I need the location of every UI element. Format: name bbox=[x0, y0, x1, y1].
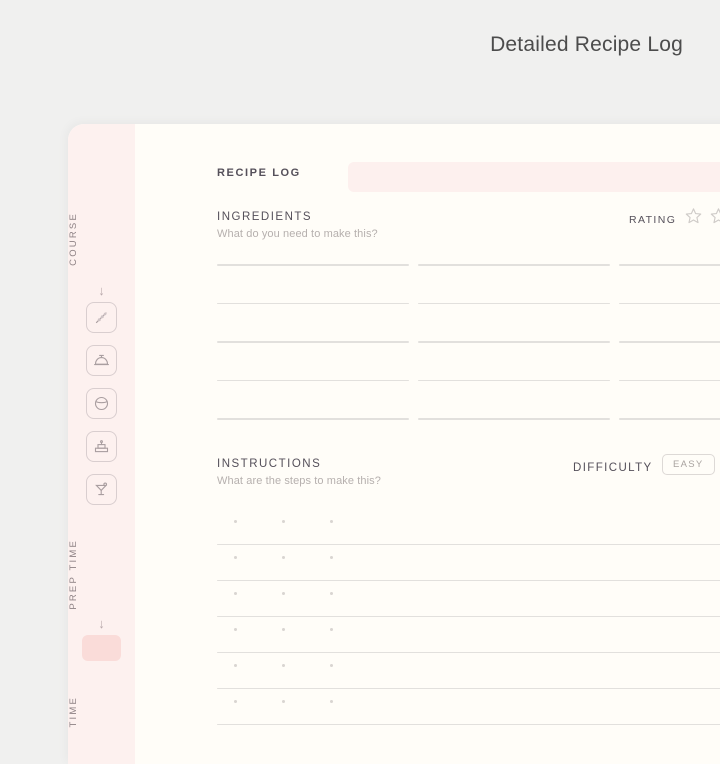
ingredient-line[interactable] bbox=[619, 302, 720, 304]
instructions-rows bbox=[217, 509, 720, 725]
sidebar-group-time-label: TIME bbox=[68, 696, 79, 728]
ingredient-line[interactable] bbox=[217, 379, 409, 381]
instructions-heading: INSTRUCTIONS bbox=[217, 458, 322, 470]
page-title: Detailed Recipe Log bbox=[490, 33, 683, 56]
instruction-row[interactable] bbox=[217, 545, 720, 581]
sidebar-group-time: TIME bbox=[68, 696, 135, 728]
ingredients-subtitle: What do you need to make this? bbox=[217, 228, 378, 240]
instruction-dots bbox=[234, 592, 333, 595]
dot-icon bbox=[330, 664, 333, 667]
sidebar-group-course-label: COURSE bbox=[68, 212, 79, 266]
sidebar-item-cocktail[interactable] bbox=[86, 474, 117, 505]
sidebar-group-course: COURSE bbox=[68, 212, 135, 266]
instructions-subtitle: What are the steps to make this? bbox=[217, 475, 381, 487]
instruction-dots bbox=[234, 628, 333, 631]
sidebar: COURSE ↓ PREP TIME ↓ TIME bbox=[68, 124, 135, 764]
sidebar-item-bowl[interactable] bbox=[86, 388, 117, 419]
instruction-line bbox=[217, 723, 720, 725]
dot-icon bbox=[234, 592, 237, 595]
star-icon[interactable] bbox=[685, 207, 702, 229]
dot-icon bbox=[234, 556, 237, 559]
difficulty-label: DIFFICULTY bbox=[573, 462, 653, 474]
recipe-log-card: COURSE ↓ PREP TIME ↓ TIME RECIPE LOG ING… bbox=[68, 124, 720, 764]
sidebar-item-cake[interactable] bbox=[86, 431, 117, 462]
main-content: RECIPE LOG INGREDIENTS What do you need … bbox=[135, 124, 720, 764]
difficulty-option-easy[interactable]: EASY bbox=[662, 454, 715, 475]
cloche-icon bbox=[93, 352, 110, 369]
instruction-dots bbox=[234, 556, 333, 559]
dot-icon bbox=[330, 700, 333, 703]
course-arrow-icon: ↓ bbox=[98, 283, 105, 298]
ingredient-line[interactable] bbox=[217, 302, 409, 304]
dot-icon bbox=[282, 664, 285, 667]
ingredient-line[interactable] bbox=[418, 418, 610, 420]
prep-time-chip-selected[interactable] bbox=[82, 635, 121, 661]
instruction-row[interactable] bbox=[217, 581, 720, 617]
instruction-dots bbox=[234, 664, 333, 667]
bowl-icon bbox=[93, 395, 110, 412]
dot-icon bbox=[282, 556, 285, 559]
ingredient-line[interactable] bbox=[217, 418, 409, 420]
dot-icon bbox=[282, 628, 285, 631]
sidebar-group-prep-time: PREP TIME bbox=[68, 539, 135, 610]
ingredient-line[interactable] bbox=[418, 302, 610, 304]
ingredient-line[interactable] bbox=[217, 341, 409, 343]
instruction-dots bbox=[234, 520, 333, 523]
instruction-row[interactable] bbox=[217, 617, 720, 653]
dot-icon bbox=[282, 592, 285, 595]
instruction-row[interactable] bbox=[217, 653, 720, 689]
instruction-dots bbox=[234, 700, 333, 703]
recipe-title-input[interactable] bbox=[348, 162, 720, 192]
sidebar-item-skewer[interactable] bbox=[86, 302, 117, 333]
difficulty-options: EASY MED HARD bbox=[662, 454, 720, 475]
ingredients-column-2 bbox=[418, 264, 610, 457]
cake-icon bbox=[93, 438, 110, 455]
sidebar-item-cloche[interactable] bbox=[86, 345, 117, 376]
ingredient-line[interactable] bbox=[619, 418, 720, 420]
ingredient-line[interactable] bbox=[217, 264, 409, 266]
dot-icon bbox=[330, 592, 333, 595]
dot-icon bbox=[234, 700, 237, 703]
ingredients-heading: INGREDIENTS bbox=[217, 211, 313, 223]
skewer-icon bbox=[93, 309, 110, 326]
dot-icon bbox=[282, 700, 285, 703]
prep-time-arrow-icon: ↓ bbox=[98, 616, 105, 631]
ingredient-line[interactable] bbox=[418, 379, 610, 381]
ingredient-line[interactable] bbox=[418, 264, 610, 266]
ingredients-column-3 bbox=[619, 264, 720, 457]
ingredient-line[interactable] bbox=[619, 341, 720, 343]
dot-icon bbox=[282, 520, 285, 523]
dot-icon bbox=[330, 520, 333, 523]
sidebar-group-prep-time-label: PREP TIME bbox=[68, 539, 79, 610]
dot-icon bbox=[234, 664, 237, 667]
ingredients-column-1 bbox=[217, 264, 409, 457]
star-icon[interactable] bbox=[710, 207, 720, 229]
ingredient-line[interactable] bbox=[619, 264, 720, 266]
rating-stars[interactable] bbox=[685, 207, 720, 229]
dot-icon bbox=[330, 556, 333, 559]
ingredient-line[interactable] bbox=[418, 341, 610, 343]
rating-label: RATING bbox=[629, 214, 677, 226]
recipe-log-label: RECIPE LOG bbox=[217, 167, 301, 179]
dot-icon bbox=[234, 628, 237, 631]
dot-icon bbox=[234, 520, 237, 523]
cocktail-icon bbox=[93, 481, 110, 498]
ingredient-line[interactable] bbox=[619, 379, 720, 381]
instruction-row[interactable] bbox=[217, 509, 720, 545]
dot-icon bbox=[330, 628, 333, 631]
